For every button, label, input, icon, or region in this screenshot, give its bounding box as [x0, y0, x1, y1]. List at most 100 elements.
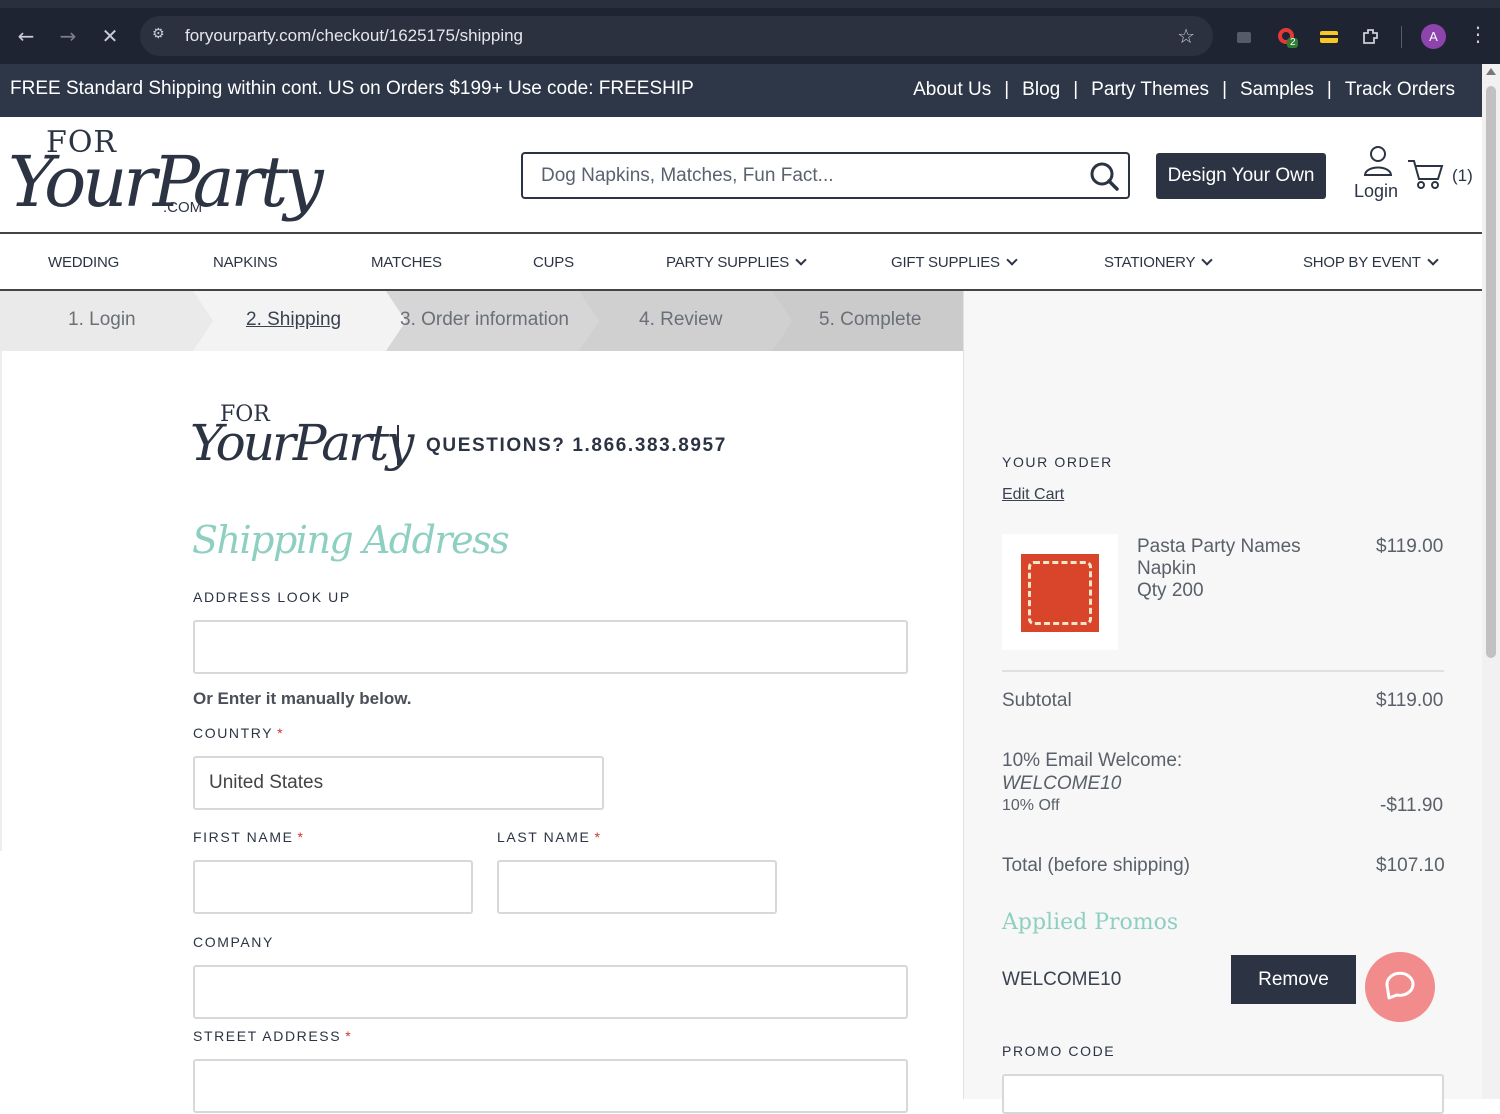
nav-napkins[interactable]: NAPKINS [213, 254, 278, 271]
step-complete[interactable]: 5. Complete [780, 291, 963, 351]
label-text: FIRST NAME [193, 829, 294, 845]
country-select[interactable] [193, 756, 604, 810]
design-your-own-button[interactable]: Design Your Own [1156, 153, 1326, 199]
total-label: Total (before shipping) [1002, 855, 1190, 876]
forward-arrow-icon[interactable]: → [58, 26, 78, 46]
login-link[interactable]: Login [1350, 145, 1406, 205]
browser-tab-strip [0, 0, 1500, 8]
step-shipping[interactable]: 2. Shipping [200, 291, 390, 351]
label-text: COUNTRY [193, 725, 274, 741]
url-text[interactable]: foryourparty.com/checkout/1625175/shippi… [185, 26, 523, 46]
category-nav: WEDDING NAPKINS MATCHES CUPS PARTY SUPPL… [0, 236, 1482, 291]
required-asterisk: * [277, 725, 285, 741]
heading-text: Shipping Address [192, 518, 510, 562]
logo-wordmark: YourParty [190, 414, 414, 472]
summary-divider [1002, 670, 1444, 672]
shipping-address-heading: Shipping Address [190, 510, 510, 580]
address-lookup-input[interactable] [193, 620, 908, 674]
nav-label: PARTY SUPPLIES [666, 254, 790, 271]
site-logo[interactable]: FOR YourParty .COM [8, 123, 324, 228]
cart-link[interactable]: (1) [1406, 157, 1476, 197]
chevron-down-icon [1201, 254, 1214, 266]
discount-note: 10% Off [1002, 797, 1060, 814]
cart-count: (1) [1452, 166, 1473, 185]
about-us-link[interactable]: About Us [913, 79, 991, 101]
item-qty: Qty 200 [1137, 580, 1204, 601]
napkin-image [1021, 554, 1099, 632]
remove-promo-button[interactable]: Remove [1231, 955, 1356, 1004]
page-scrollbar[interactable] [1482, 64, 1500, 1099]
nav-stationery[interactable]: STATIONERY [1104, 254, 1214, 271]
required-asterisk: * [345, 1028, 353, 1044]
company-input[interactable] [193, 965, 908, 1019]
applied-promo-code: WELCOME10 [1002, 969, 1122, 990]
user-icon [1363, 146, 1393, 176]
extensions-puzzle-icon[interactable] [1360, 26, 1382, 48]
label-text: LAST NAME [497, 829, 591, 845]
chevron-down-icon [795, 254, 807, 266]
nav-cups[interactable]: CUPS [533, 254, 574, 271]
manual-entry-note: Or Enter it manually below. [193, 689, 412, 708]
browser-menu-icon[interactable]: ⋮ [1468, 22, 1488, 46]
nav-label: GIFT SUPPLIES [891, 254, 1000, 271]
country-label: COUNTRY * [193, 725, 284, 741]
checkout-steps: 1. Login 2. Shipping 3. Order informatio… [0, 291, 963, 351]
scroll-up-arrow-icon[interactable] [1486, 68, 1496, 75]
promo-code-input[interactable] [1002, 1074, 1444, 1114]
wallet-icon[interactable] [1318, 26, 1340, 48]
link-separator: | [1073, 79, 1079, 100]
site-settings-icon[interactable]: ⚙ [152, 26, 170, 44]
free-shipping-text: FREE Standard Shipping within cont. US o… [10, 78, 694, 99]
step-login[interactable]: 1. Login [0, 291, 200, 351]
scroll-thumb[interactable] [1486, 86, 1496, 658]
nav-label: WEDDING [48, 254, 120, 271]
back-arrow-icon[interactable]: ← [16, 26, 36, 46]
search-input[interactable] [541, 162, 1081, 190]
last-name-label: LAST NAME * [497, 829, 602, 845]
your-order-title: YOUR ORDER [1002, 454, 1113, 470]
header-divider [397, 425, 399, 465]
first-name-input[interactable] [193, 860, 473, 914]
last-name-input[interactable] [497, 860, 777, 914]
samples-link[interactable]: Samples [1240, 79, 1314, 101]
chevron-down-icon [1427, 254, 1439, 266]
promo-bar: FREE Standard Shipping within cont. US o… [0, 64, 1482, 117]
cart-icon [1408, 160, 1444, 189]
nav-matches[interactable]: MATCHES [371, 254, 442, 271]
extension-badge: 2 [1290, 37, 1296, 48]
party-themes-link[interactable]: Party Themes [1091, 79, 1209, 101]
street-address-input[interactable] [193, 1059, 908, 1113]
top-links: About Us | Blog | Party Themes | Samples… [913, 79, 1455, 101]
search-icon[interactable] [1088, 160, 1120, 192]
applied-promos-title: Applied Promos [1002, 910, 1179, 935]
address-bar[interactable]: ⚙ foryourparty.com/checkout/1625175/ship… [140, 16, 1213, 56]
step-label: 2. Shipping [246, 309, 342, 330]
nav-shop-by-event[interactable]: SHOP BY EVENT [1303, 254, 1439, 271]
nav-wedding[interactable]: WEDDING [48, 254, 119, 271]
street-address-label: STREET ADDRESS * [193, 1028, 352, 1044]
stop-loading-icon[interactable]: ✕ [100, 26, 120, 46]
extension-puzzle-dim-icon[interactable] [1233, 26, 1255, 48]
company-label: COMPANY [193, 934, 274, 950]
link-separator: | [1004, 79, 1010, 100]
subtotal-label: Subtotal [1002, 690, 1072, 711]
chat-bubble-icon [1385, 971, 1415, 1000]
product-thumbnail[interactable] [1002, 534, 1118, 650]
nav-label: CUPS [533, 254, 574, 271]
item-details: Pasta Party Names Napkin Qty 200 [1137, 536, 1301, 602]
track-orders-link[interactable]: Track Orders [1345, 79, 1455, 101]
label-text: STREET ADDRESS [193, 1028, 342, 1044]
edit-cart-link[interactable]: Edit Cart [1002, 486, 1064, 504]
chat-button[interactable] [1365, 952, 1435, 1022]
site-header: FOR YourParty .COM Design Your Own Login… [0, 117, 1482, 234]
profile-avatar[interactable]: A [1421, 24, 1446, 49]
required-asterisk: * [297, 829, 305, 845]
nav-label: NAPKINS [213, 254, 278, 271]
item-name-line2: Napkin [1137, 558, 1197, 579]
step-review[interactable]: 4. Review [590, 291, 780, 351]
bookmark-star-icon[interactable]: ☆ [1177, 24, 1195, 48]
step-order-information[interactable]: 3. Order information [390, 291, 590, 351]
nav-party-supplies[interactable]: PARTY SUPPLIES [666, 254, 807, 271]
nav-gift-supplies[interactable]: GIFT SUPPLIES [891, 254, 1018, 271]
blog-link[interactable]: Blog [1022, 79, 1060, 101]
